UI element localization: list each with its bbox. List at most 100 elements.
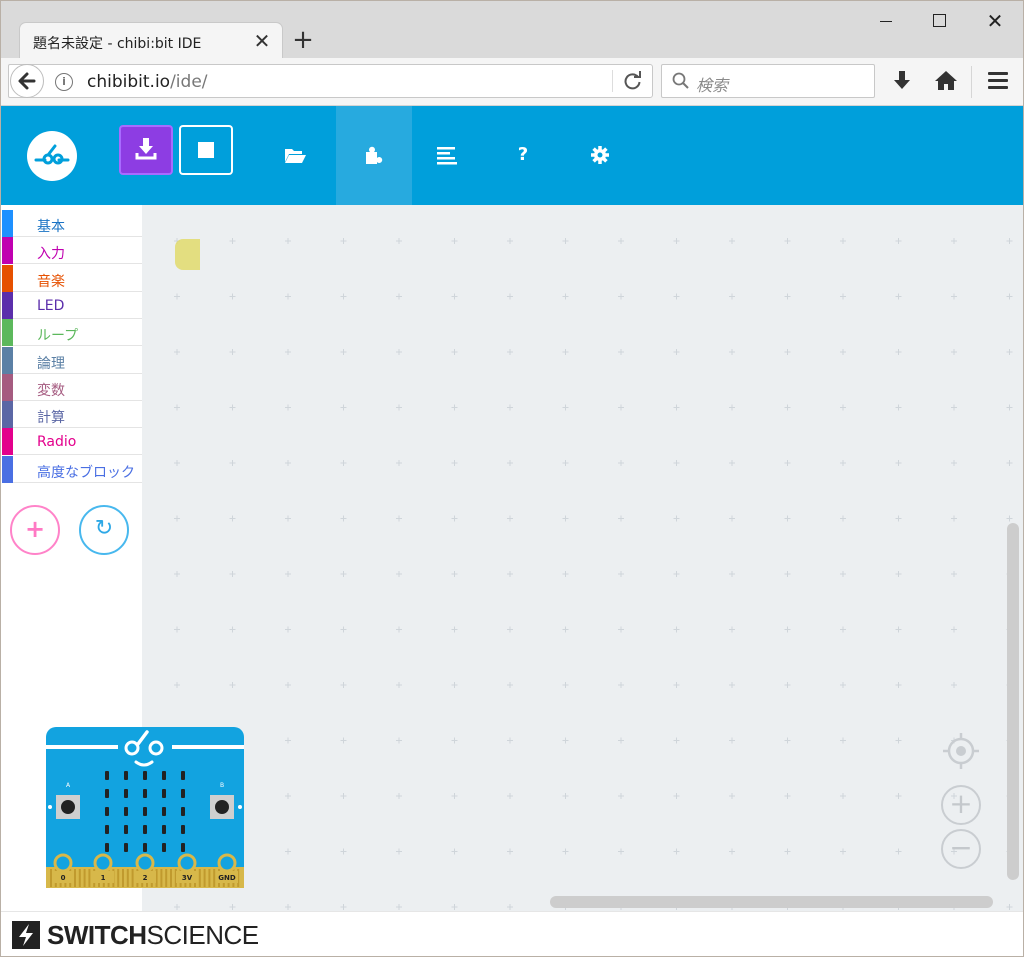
reset-button[interactable]: ↻ bbox=[79, 505, 129, 555]
led[interactable] bbox=[105, 771, 109, 780]
led[interactable] bbox=[162, 807, 166, 816]
chibibit-logo[interactable] bbox=[27, 131, 77, 181]
open-file-button[interactable] bbox=[257, 106, 333, 205]
grid-mark bbox=[618, 571, 624, 577]
grid-mark bbox=[285, 404, 291, 411]
url-text[interactable]: chibibit.io/ide/ bbox=[87, 72, 208, 92]
microbit-simulator[interactable]: A B 0 1 2 3V GND bbox=[46, 727, 244, 888]
led[interactable] bbox=[124, 807, 128, 816]
grid-mark bbox=[895, 848, 902, 855]
led[interactable] bbox=[143, 789, 147, 798]
grid-mark bbox=[562, 682, 569, 688]
grid-mark bbox=[507, 238, 513, 244]
collapsed-block[interactable] bbox=[175, 239, 200, 270]
tab-close-icon[interactable]: ✕ bbox=[250, 29, 274, 53]
grid-mark bbox=[451, 904, 458, 910]
led[interactable] bbox=[105, 807, 109, 816]
grid-mark bbox=[729, 682, 735, 688]
led[interactable] bbox=[105, 789, 109, 798]
led[interactable] bbox=[143, 807, 147, 816]
led[interactable] bbox=[105, 843, 109, 852]
new-tab-button[interactable]: + bbox=[290, 27, 316, 53]
vertical-scrollbar[interactable] bbox=[1007, 523, 1019, 880]
led[interactable] bbox=[162, 825, 166, 834]
pin-hole[interactable] bbox=[177, 853, 197, 873]
category-item[interactable]: 変数 bbox=[2, 373, 142, 401]
category-item[interactable]: Radio bbox=[2, 428, 142, 456]
led[interactable] bbox=[143, 825, 147, 834]
led[interactable] bbox=[105, 825, 109, 834]
category-item[interactable]: 計算 bbox=[2, 401, 142, 429]
category-item[interactable]: 入力 bbox=[2, 237, 142, 265]
led[interactable] bbox=[143, 843, 147, 852]
grid-mark bbox=[507, 737, 513, 744]
grid-mark bbox=[396, 848, 402, 855]
grid-mark bbox=[618, 238, 624, 244]
home-icon[interactable] bbox=[933, 68, 959, 94]
recenter-button[interactable] bbox=[941, 731, 981, 771]
led[interactable] bbox=[181, 771, 185, 780]
led[interactable] bbox=[124, 771, 128, 780]
grid-mark bbox=[784, 848, 791, 855]
grid-mark bbox=[396, 682, 402, 688]
add-extension-button[interactable]: + bbox=[10, 505, 60, 555]
grid-mark bbox=[451, 238, 458, 244]
grid-mark bbox=[618, 682, 624, 688]
help-button[interactable]: ? bbox=[485, 106, 561, 205]
category-item[interactable]: LED bbox=[2, 291, 142, 319]
block-workspace[interactable] bbox=[142, 205, 1023, 911]
flash-download-button[interactable] bbox=[119, 125, 173, 175]
reload-icon[interactable] bbox=[621, 69, 645, 93]
pin-hole[interactable] bbox=[93, 853, 113, 873]
pin-hole[interactable] bbox=[135, 853, 155, 873]
led[interactable] bbox=[181, 789, 185, 798]
category-item[interactable]: 論理 bbox=[2, 346, 142, 374]
grid-mark bbox=[784, 571, 791, 577]
led[interactable] bbox=[162, 771, 166, 780]
brand-wordmark: SWITCHSCIENCE bbox=[47, 920, 259, 951]
zoom-in-button[interactable]: + bbox=[941, 785, 981, 825]
stop-button[interactable] bbox=[179, 125, 233, 175]
search-input[interactable]: 検索 bbox=[661, 64, 875, 98]
settings-button[interactable] bbox=[562, 106, 638, 205]
grid-mark bbox=[784, 404, 791, 411]
grid-mark bbox=[174, 626, 180, 633]
window-minimize-button[interactable] bbox=[866, 7, 906, 35]
led[interactable] bbox=[162, 843, 166, 852]
led[interactable] bbox=[143, 771, 147, 780]
folder-open-icon bbox=[285, 149, 306, 163]
site-info-icon[interactable]: i bbox=[55, 73, 73, 91]
zoom-out-button[interactable]: − bbox=[941, 829, 981, 869]
category-item[interactable]: 高度なブロック bbox=[2, 455, 142, 483]
url-divider bbox=[612, 70, 613, 92]
category-color-bar bbox=[2, 264, 13, 292]
window-close-button[interactable]: ✕ bbox=[975, 7, 1015, 35]
category-item[interactable]: 基本 bbox=[2, 210, 142, 237]
grid-mark bbox=[340, 404, 347, 411]
tab-blocks[interactable] bbox=[336, 106, 412, 205]
led[interactable] bbox=[181, 843, 185, 852]
led[interactable] bbox=[181, 825, 185, 834]
download-icon[interactable] bbox=[889, 68, 915, 94]
browser-tab[interactable]: 題名未設定 - chibi:bit IDE ✕ bbox=[20, 23, 282, 59]
horizontal-scrollbar[interactable] bbox=[550, 896, 993, 908]
window-maximize-button[interactable] bbox=[919, 7, 959, 35]
pin-hole[interactable] bbox=[53, 853, 73, 873]
grid-mark bbox=[340, 848, 347, 855]
led[interactable] bbox=[124, 789, 128, 798]
led[interactable] bbox=[181, 807, 185, 816]
led[interactable] bbox=[124, 825, 128, 834]
category-item[interactable]: ループ bbox=[2, 319, 142, 347]
category-item[interactable]: 音楽 bbox=[2, 264, 142, 292]
pin-hole[interactable] bbox=[217, 853, 237, 873]
hamburger-menu-icon[interactable] bbox=[985, 70, 1011, 92]
grid-mark bbox=[285, 571, 291, 577]
url-bar[interactable]: i chibibit.io/ide/ bbox=[8, 64, 653, 98]
search-icon bbox=[672, 72, 689, 89]
category-color-bar bbox=[2, 428, 13, 456]
back-button[interactable] bbox=[10, 64, 44, 98]
grid-mark bbox=[951, 682, 957, 688]
led[interactable] bbox=[162, 789, 166, 798]
tab-code[interactable] bbox=[409, 106, 485, 205]
led[interactable] bbox=[124, 843, 128, 852]
